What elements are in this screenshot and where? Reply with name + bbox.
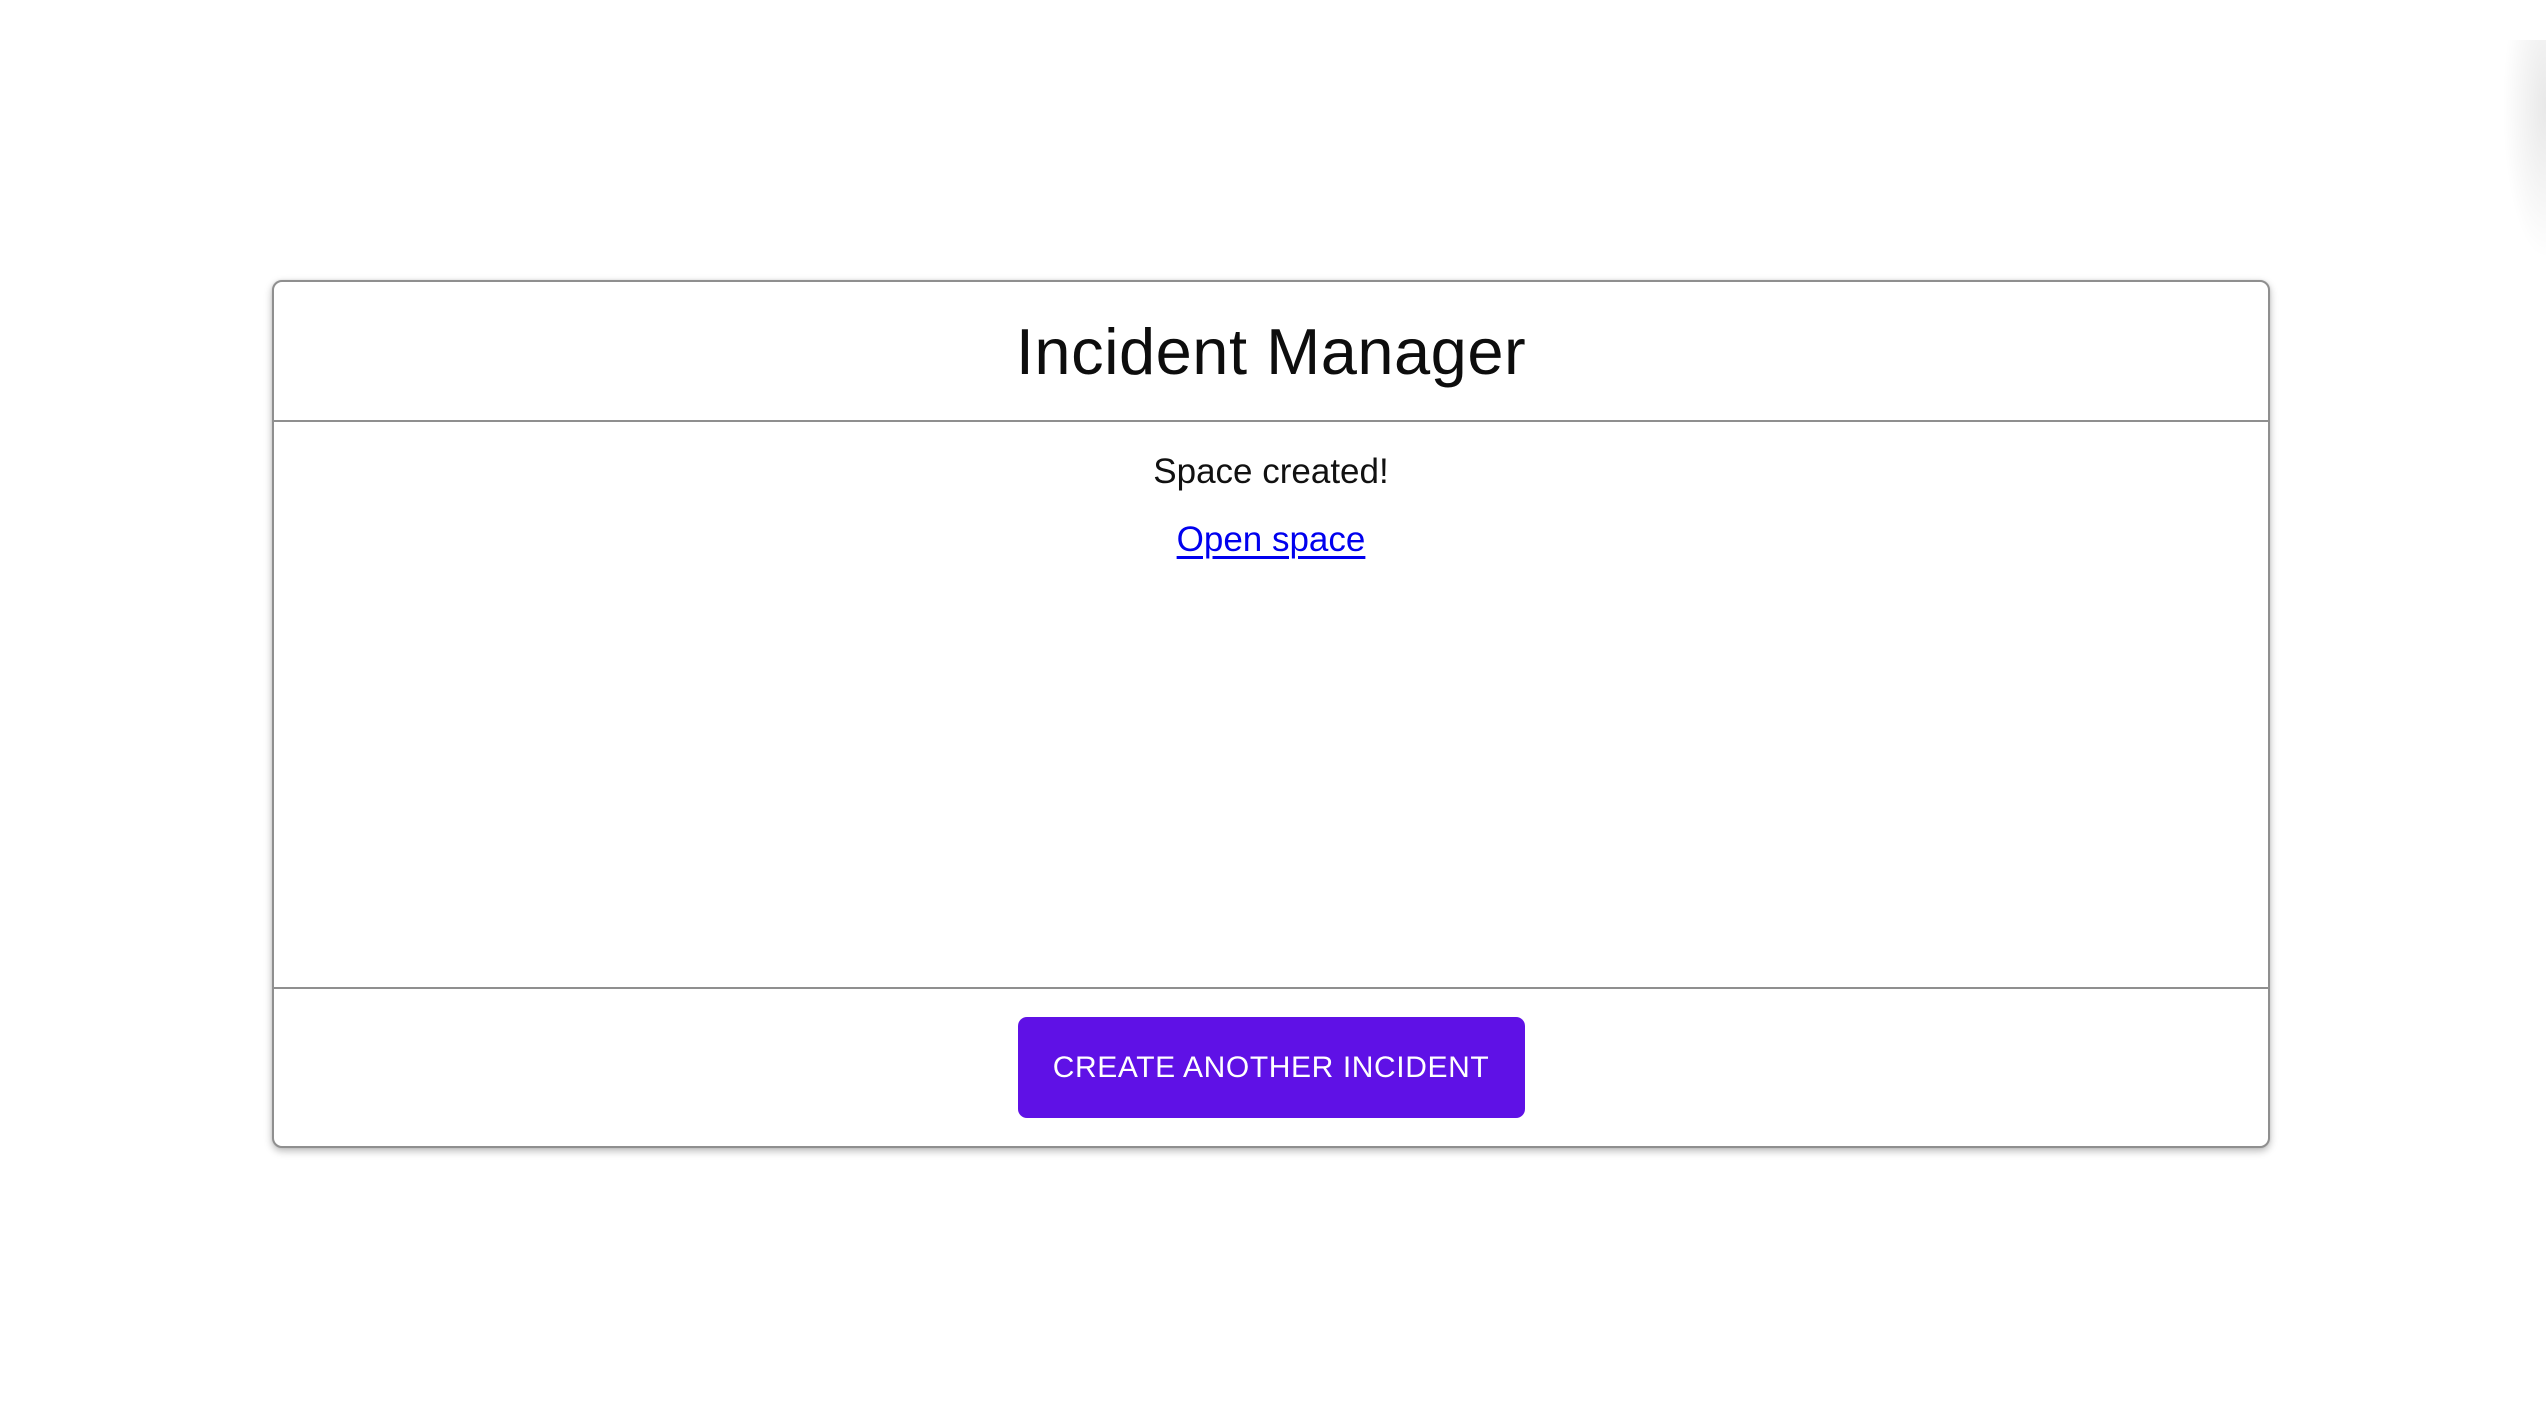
page-title: Incident Manager <box>1015 314 1527 388</box>
card-footer: CREATE ANOTHER INCIDENT <box>274 987 2268 1146</box>
card-header: Incident Manager <box>274 282 2268 422</box>
create-another-incident-button[interactable]: CREATE ANOTHER INCIDENT <box>1017 1017 1525 1118</box>
incident-manager-card: Incident Manager Space created! Open spa… <box>272 280 2270 1148</box>
card-body: Space created! Open space <box>274 422 2268 987</box>
status-message: Space created! <box>1153 452 1389 491</box>
open-space-link[interactable]: Open space <box>1177 520 1366 560</box>
page-corner-smudge <box>2502 40 2546 260</box>
